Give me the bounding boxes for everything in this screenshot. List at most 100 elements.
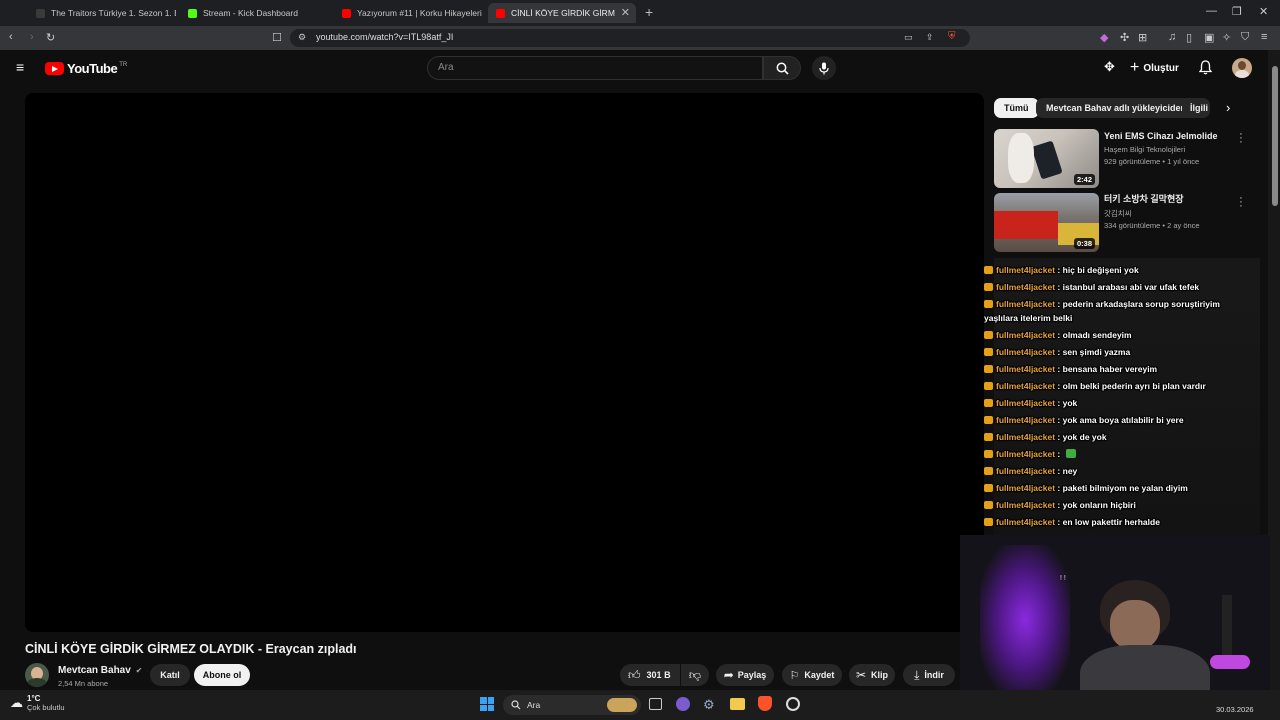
share-page-icon[interactable]: ⇪ xyxy=(926,32,934,43)
chat-text: sen şimdi yazma xyxy=(1062,347,1131,357)
chat-message-continued: yaşlılara itelerim belki xyxy=(984,311,1072,325)
chat-text: ney xyxy=(1062,466,1078,476)
more-actions-icon[interactable]: · · · xyxy=(1238,129,1244,148)
notifications-bell-icon[interactable] xyxy=(1199,60,1212,75)
chip-related[interactable]: İlgili xyxy=(1182,98,1210,118)
chat-text: yok onların hiçbiri xyxy=(1062,500,1136,510)
download-label: İndir xyxy=(924,670,944,680)
rec-thumbnail[interactable]: 2:42 xyxy=(994,129,1099,188)
chat-badge-icon xyxy=(984,518,993,526)
save-label: Kaydet xyxy=(804,670,835,680)
webcam-overlay: ! ! xyxy=(960,535,1270,708)
chat-badge-icon xyxy=(984,484,993,492)
brave-shield-icon[interactable]: ⛨ xyxy=(948,31,956,42)
video-player[interactable] xyxy=(25,93,984,632)
youtube-logo[interactable]: YouTube TR xyxy=(45,61,127,76)
chat-text: yok de yok xyxy=(1062,432,1107,442)
vpn-icon[interactable]: ⛉ xyxy=(1241,31,1249,44)
app-icon[interactable] xyxy=(786,697,800,711)
dislike-button[interactable]: 👎︎ xyxy=(681,664,709,686)
address-bar[interactable]: ⚙ youtube.com/watch?v=ITL98atf_JI ▭ ⇪ ⛨ xyxy=(290,29,970,47)
create-label: Oluştur xyxy=(1143,62,1179,74)
settings-gear-icon[interactable]: ⚙ xyxy=(703,697,715,713)
translate-icon[interactable]: ⊞ xyxy=(1138,31,1147,44)
chat-badge-icon xyxy=(984,399,993,407)
rec-channel[interactable]: 갓김치씨 xyxy=(1104,208,1132,219)
search-icon xyxy=(776,62,789,75)
scrollbar-thumb[interactable] xyxy=(1272,66,1278,206)
tab-title: Yazıyorum #11 | Korku Hikayeleri FİNAL xyxy=(357,8,482,18)
premium-extension-icon[interactable]: ✥ xyxy=(1104,59,1115,75)
rec-title[interactable]: Yeni EMS Cihazı Jelmolide xyxy=(1104,131,1234,142)
hamburger-menu-icon[interactable]: ≡ xyxy=(16,59,24,75)
maximize-icon[interactable]: ❐ xyxy=(1232,5,1242,18)
clip-button[interactable]: ✂ Klip xyxy=(849,664,895,686)
voice-search-button[interactable] xyxy=(812,56,836,80)
back-icon[interactable]: ‹ xyxy=(9,31,13,43)
search-input[interactable] xyxy=(438,62,738,73)
chat-badge-icon xyxy=(984,365,993,373)
chat-username: fullmet4ljacket xyxy=(996,299,1056,309)
media-icon[interactable]: ♫ xyxy=(1168,31,1176,43)
task-view-icon[interactable] xyxy=(649,698,662,710)
extensions-puzzle-icon[interactable]: ✣ xyxy=(1120,31,1129,44)
create-button[interactable]: + Oluştur xyxy=(1130,59,1179,77)
windows-start-icon[interactable] xyxy=(480,697,494,711)
chat-message: fullmet4ljacket : yok onların hiçbiri xyxy=(984,498,1136,512)
site-info-icon[interactable]: ⚙ xyxy=(298,32,306,43)
app-icon[interactable] xyxy=(676,697,690,711)
chat-badge-icon xyxy=(984,266,993,274)
browser-tab-active[interactable]: CİNLİ KÖYE GİRDİK GİRMEZ OLAYDIK ✕ xyxy=(488,3,636,23)
channel-name[interactable]: Mevtcan Bahav ✔ xyxy=(58,665,142,676)
cast-icon[interactable]: ▭ xyxy=(904,32,913,43)
rec-thumbnail[interactable]: 0:38 xyxy=(994,193,1099,252)
close-window-icon[interactable]: ✕ xyxy=(1259,5,1268,18)
user-avatar[interactable] xyxy=(1232,58,1252,78)
chat-text: istanbul arabası abi var ufak tefek xyxy=(1062,282,1200,292)
search-button[interactable] xyxy=(763,56,801,80)
subscribe-button[interactable]: Abone ol xyxy=(194,664,250,686)
file-explorer-icon[interactable] xyxy=(730,698,745,710)
chip-from-uploader[interactable]: Mevtcan Bahav adlı yükleyiciden xyxy=(1036,98,1197,118)
chat-message: fullmet4ljacket : ney xyxy=(984,464,1077,478)
join-button[interactable]: Katıl xyxy=(150,664,190,686)
search-box[interactable] xyxy=(427,56,763,80)
forward-icon[interactable]: › xyxy=(30,31,34,43)
wallet-icon[interactable]: ▣ xyxy=(1204,31,1214,44)
sidebar-icon[interactable]: ▯ xyxy=(1186,31,1192,44)
extension-icon[interactable]: ◆ xyxy=(1100,31,1108,44)
chat-username: fullmet4ljacket xyxy=(996,364,1056,374)
browser-tab[interactable]: Yazıyorum #11 | Korku Hikayeleri FİNAL xyxy=(334,3,482,23)
chat-message: fullmet4ljacket : yok de yok xyxy=(984,430,1107,444)
save-button[interactable]: ⚐ Kaydet xyxy=(782,664,842,686)
bookmark-icon[interactable]: ☐ xyxy=(272,31,282,44)
new-tab-icon[interactable]: + xyxy=(645,4,653,20)
chip-all[interactable]: Tümü xyxy=(994,98,1039,118)
leo-icon[interactable]: ✧ xyxy=(1222,31,1231,44)
chat-badge-icon xyxy=(984,467,993,475)
chat-badge-icon xyxy=(984,283,993,291)
reload-icon[interactable]: ↻ xyxy=(46,31,55,44)
more-actions-icon[interactable]: · · · xyxy=(1238,193,1244,212)
download-button[interactable]: ⤓ İndir xyxy=(903,664,955,686)
taskbar-search[interactable]: Ara xyxy=(503,695,641,715)
close-tab-icon[interactable]: ✕ xyxy=(621,6,630,19)
chevron-right-icon[interactable]: › xyxy=(1226,100,1230,115)
brave-browser-icon[interactable] xyxy=(758,696,772,711)
youtube-favicon-icon xyxy=(342,8,351,18)
chat-emote-icon xyxy=(1065,449,1076,458)
menu-icon[interactable]: ≡ xyxy=(1261,31,1267,43)
minimize-icon[interactable]: — xyxy=(1206,5,1217,17)
browser-tab[interactable]: The Traitors Türkiye 1. Sezon 1. Bölüm xyxy=(28,3,176,23)
browser-tab[interactable]: Stream - Kick Dashboard xyxy=(180,3,330,23)
like-button[interactable]: 👍︎ 301 B xyxy=(620,664,680,686)
thumbs-up-icon: 👍︎ xyxy=(628,667,641,682)
search-icon xyxy=(511,700,521,710)
rec-title[interactable]: 터키 소방차 길막현장 xyxy=(1104,194,1234,205)
weather-widget[interactable]: ☁ 1°C Çok bulutlu xyxy=(10,694,65,712)
channel-avatar[interactable] xyxy=(25,663,49,687)
chat-message: fullmet4ljacket : sen şimdi yazma xyxy=(984,345,1130,359)
rec-channel[interactable]: Haşem Bilgi Teknolojileri xyxy=(1104,145,1185,154)
share-button[interactable]: ➦ Paylaş xyxy=(716,664,774,686)
channel-name-text: Mevtcan Bahav xyxy=(58,665,131,676)
